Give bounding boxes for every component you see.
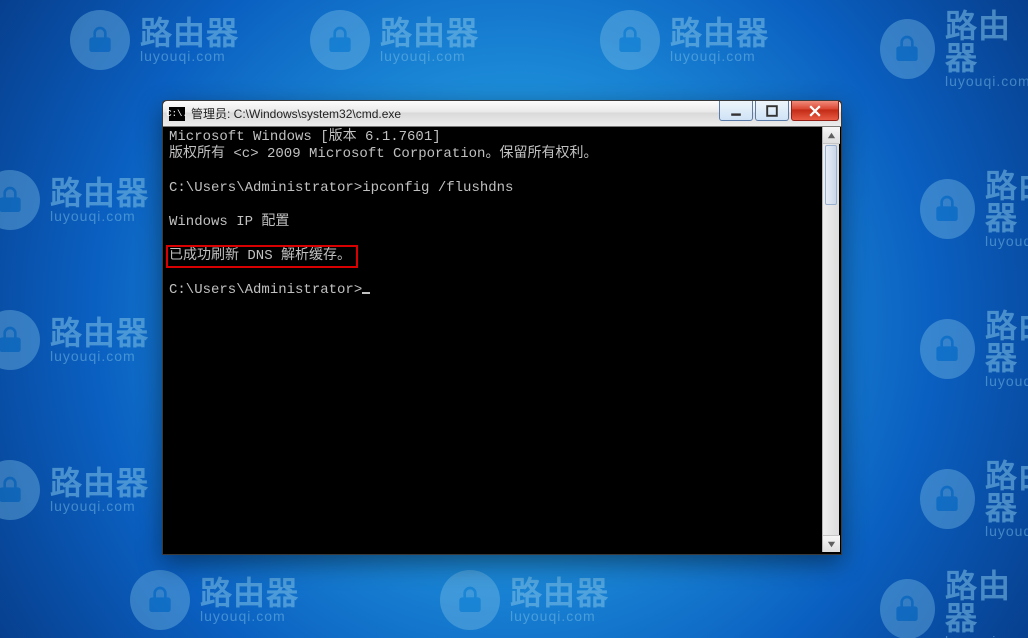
scroll-up-button[interactable] (823, 127, 840, 144)
watermark: 路由器luyouqi.com (0, 170, 149, 230)
watermark: 路由器luyouqi.com (920, 310, 1028, 388)
router-lock-icon (440, 570, 500, 630)
scroll-down-button[interactable] (823, 535, 840, 552)
window-title: 管理员: C:\Windows\system32\cmd.exe (191, 105, 719, 122)
console-output[interactable]: Microsoft Windows [版本 6.1.7601] 版权所有 <c>… (165, 127, 839, 552)
router-lock-icon (310, 10, 370, 70)
console-line: Microsoft Windows [版本 6.1.7601] (169, 129, 441, 145)
watermark: 路由器luyouqi.com (130, 570, 299, 630)
watermark: 路由器luyouqi.com (70, 10, 239, 70)
router-lock-icon (920, 319, 975, 379)
minimize-button[interactable] (719, 101, 753, 121)
router-lock-icon (0, 310, 40, 370)
router-lock-icon (600, 10, 660, 70)
vertical-scrollbar[interactable] (822, 127, 839, 552)
router-lock-icon (70, 10, 130, 70)
watermark: 路由器luyouqi.com (310, 10, 479, 70)
router-lock-icon (920, 469, 975, 529)
router-lock-icon (0, 460, 40, 520)
cmd-window[interactable]: C:\. 管理员: C:\Windows\system32\cmd.exe Mi… (162, 100, 842, 555)
router-lock-icon (130, 570, 190, 630)
desktop-background: 路由器luyouqi.com 路由器luyouqi.com 路由器luyouqi… (0, 0, 1028, 638)
watermark-subtitle: luyouqi.com (140, 49, 239, 63)
window-titlebar[interactable]: C:\. 管理员: C:\Windows\system32\cmd.exe (163, 101, 841, 127)
scrollbar-thumb[interactable] (825, 145, 837, 205)
watermark: 路由器luyouqi.com (0, 460, 149, 520)
router-lock-icon (880, 19, 935, 79)
router-lock-icon (880, 579, 935, 638)
watermark: 路由器luyouqi.com (920, 460, 1028, 538)
window-buttons (719, 101, 841, 126)
watermark: 路由器luyouqi.com (880, 570, 1028, 638)
watermark: 路由器luyouqi.com (880, 10, 1028, 88)
watermark: 路由器luyouqi.com (600, 10, 769, 70)
cmd-icon: C:\. (169, 107, 185, 121)
dns-flush-success-highlight: 已成功刷新 DNS 解析缓存。 (169, 248, 355, 265)
watermark-title: 路由器 (140, 17, 239, 49)
console-prompt: C:\Users\Administrator> (169, 282, 362, 298)
router-lock-icon (0, 170, 40, 230)
close-button[interactable] (791, 101, 839, 121)
cursor-icon (362, 292, 370, 294)
watermark: 路由器luyouqi.com (920, 170, 1028, 248)
console-line: Windows IP 配置 (169, 214, 289, 230)
watermark: 路由器luyouqi.com (440, 570, 609, 630)
watermark: 路由器luyouqi.com (0, 310, 149, 370)
router-lock-icon (920, 179, 975, 239)
console-line: 版权所有 <c> 2009 Microsoft Corporation。保留所有… (169, 146, 597, 162)
console-line: C:\Users\Administrator>ipconfig /flushdn… (169, 180, 513, 196)
maximize-button[interactable] (755, 101, 789, 121)
